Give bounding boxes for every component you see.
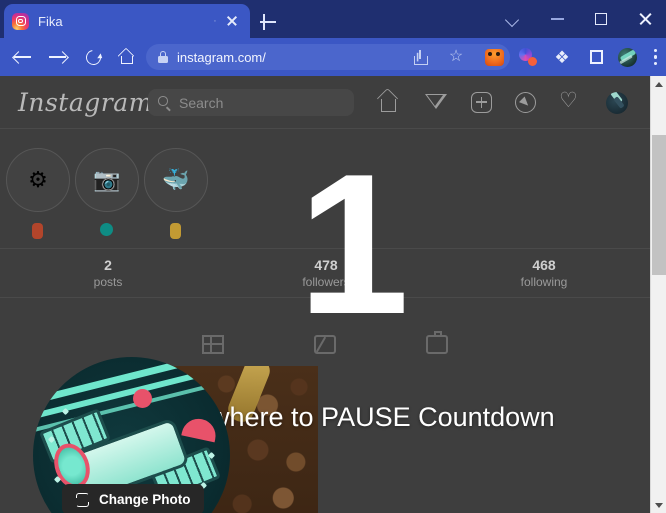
stat-label: following: [520, 275, 568, 289]
story-label-pill: [169, 223, 181, 239]
title-bar: Fika ·: [0, 0, 666, 38]
new-tab-button[interactable]: [256, 10, 280, 34]
swap-arrows-icon: [75, 492, 90, 507]
stat-number: 468: [532, 257, 556, 273]
instagram-nav: ♡: [377, 90, 628, 114]
home-icon[interactable]: [377, 90, 401, 114]
story-highlight[interactable]: 📷: [75, 148, 139, 236]
forward-button[interactable]: [41, 38, 75, 76]
instagram-favicon: [12, 12, 29, 30]
stat-posts[interactable]: 2 posts: [48, 257, 168, 289]
change-photo-label: Change Photo: [99, 492, 191, 507]
chevron-down-icon: [506, 12, 520, 26]
side-panel-button[interactable]: [583, 44, 609, 70]
reload-button[interactable]: [76, 38, 110, 76]
activity-heart-icon[interactable]: ♡: [559, 90, 583, 114]
lock-icon: [158, 51, 168, 63]
chrome-menu-button[interactable]: [643, 44, 666, 70]
share-button[interactable]: [408, 44, 434, 70]
tab-title: Fika: [38, 13, 63, 29]
home-icon: [119, 50, 136, 65]
instagram-logo[interactable]: Instagram: [18, 88, 153, 117]
globe-extension-button[interactable]: [614, 44, 640, 70]
maximize-icon: [595, 13, 607, 25]
share-icon: [413, 50, 429, 65]
maximize-button[interactable]: [580, 0, 622, 38]
post-thumbnail-empty: [322, 366, 480, 513]
post-thumbnail-empty: [484, 366, 642, 513]
colorful-extension-button[interactable]: [515, 44, 541, 70]
address-bar-url: instagram.com/: [177, 49, 266, 65]
back-button[interactable]: [6, 38, 40, 76]
tab-close-icon[interactable]: [222, 11, 242, 31]
overlay-caption: where to PAUSE Countdown: [210, 402, 555, 432]
side-panel-icon: [589, 50, 603, 64]
story-highlight[interactable]: 🐳: [144, 148, 208, 239]
explore-compass-icon[interactable]: [515, 92, 536, 113]
story-label-pill: [99, 223, 113, 236]
story-emoji: 📷: [75, 148, 139, 212]
extensions-puzzle-icon: ❖: [554, 47, 570, 67]
tagged-tab-icon[interactable]: [426, 330, 448, 354]
metamask-extension-button[interactable]: [481, 44, 507, 70]
search-icon: [158, 96, 171, 109]
reload-icon: [82, 46, 104, 68]
stat-number: 2: [104, 257, 112, 273]
change-photo-button[interactable]: Change Photo: [62, 484, 204, 513]
home-button[interactable]: [110, 38, 144, 76]
browser-window: Fika · instagram.com/ ☆ ❖ Instagram Sear…: [0, 0, 666, 513]
globe-extension-icon: [617, 47, 637, 67]
back-arrow-icon: [12, 50, 32, 64]
messenger-send-icon[interactable]: [424, 90, 448, 114]
scroll-up-button[interactable]: [651, 76, 666, 92]
countdown-digit: 1: [298, 133, 410, 356]
stat-following[interactable]: 468 following: [484, 257, 604, 289]
browser-tab-fika[interactable]: Fika ·: [4, 4, 250, 38]
tab-search-button[interactable]: [492, 0, 534, 38]
new-post-plus-icon[interactable]: [471, 92, 492, 113]
close-icon: [638, 12, 653, 27]
profile-avatar[interactable]: [606, 91, 628, 114]
bookmark-star-icon: ☆: [448, 48, 464, 65]
post-grid: [160, 366, 650, 513]
story-emoji: 🐳: [144, 148, 208, 212]
metamask-extension-icon: [484, 48, 504, 66]
window-close-button[interactable]: [624, 0, 666, 38]
grid-tab-icon[interactable]: [202, 334, 224, 354]
bookmark-button[interactable]: ☆: [443, 44, 469, 70]
story-highlight[interactable]: ⚙: [6, 148, 70, 239]
story-emoji: ⚙: [6, 148, 70, 212]
page-viewport: Instagram Search ♡ ⚙ 📷 🐳 2 posts 478 fol…: [0, 76, 666, 513]
extensions-button[interactable]: ❖: [549, 44, 575, 70]
page-scrollbar[interactable]: [650, 76, 666, 513]
stat-label: posts: [93, 275, 123, 289]
instagram-header: Instagram Search ♡: [0, 76, 650, 129]
scroll-down-button[interactable]: [651, 497, 666, 513]
search-placeholder: Search: [179, 94, 224, 111]
search-input[interactable]: Search: [148, 89, 354, 116]
tab-dot: ·: [213, 15, 217, 27]
minimize-button[interactable]: [536, 0, 578, 38]
scrollbar-thumb[interactable]: [652, 135, 666, 275]
colorful-extension-icon: [519, 48, 537, 66]
forward-arrow-icon: [49, 50, 69, 64]
chrome-menu-icon: [654, 48, 658, 66]
minimize-icon: [550, 18, 564, 20]
story-label-pill: [31, 223, 43, 239]
